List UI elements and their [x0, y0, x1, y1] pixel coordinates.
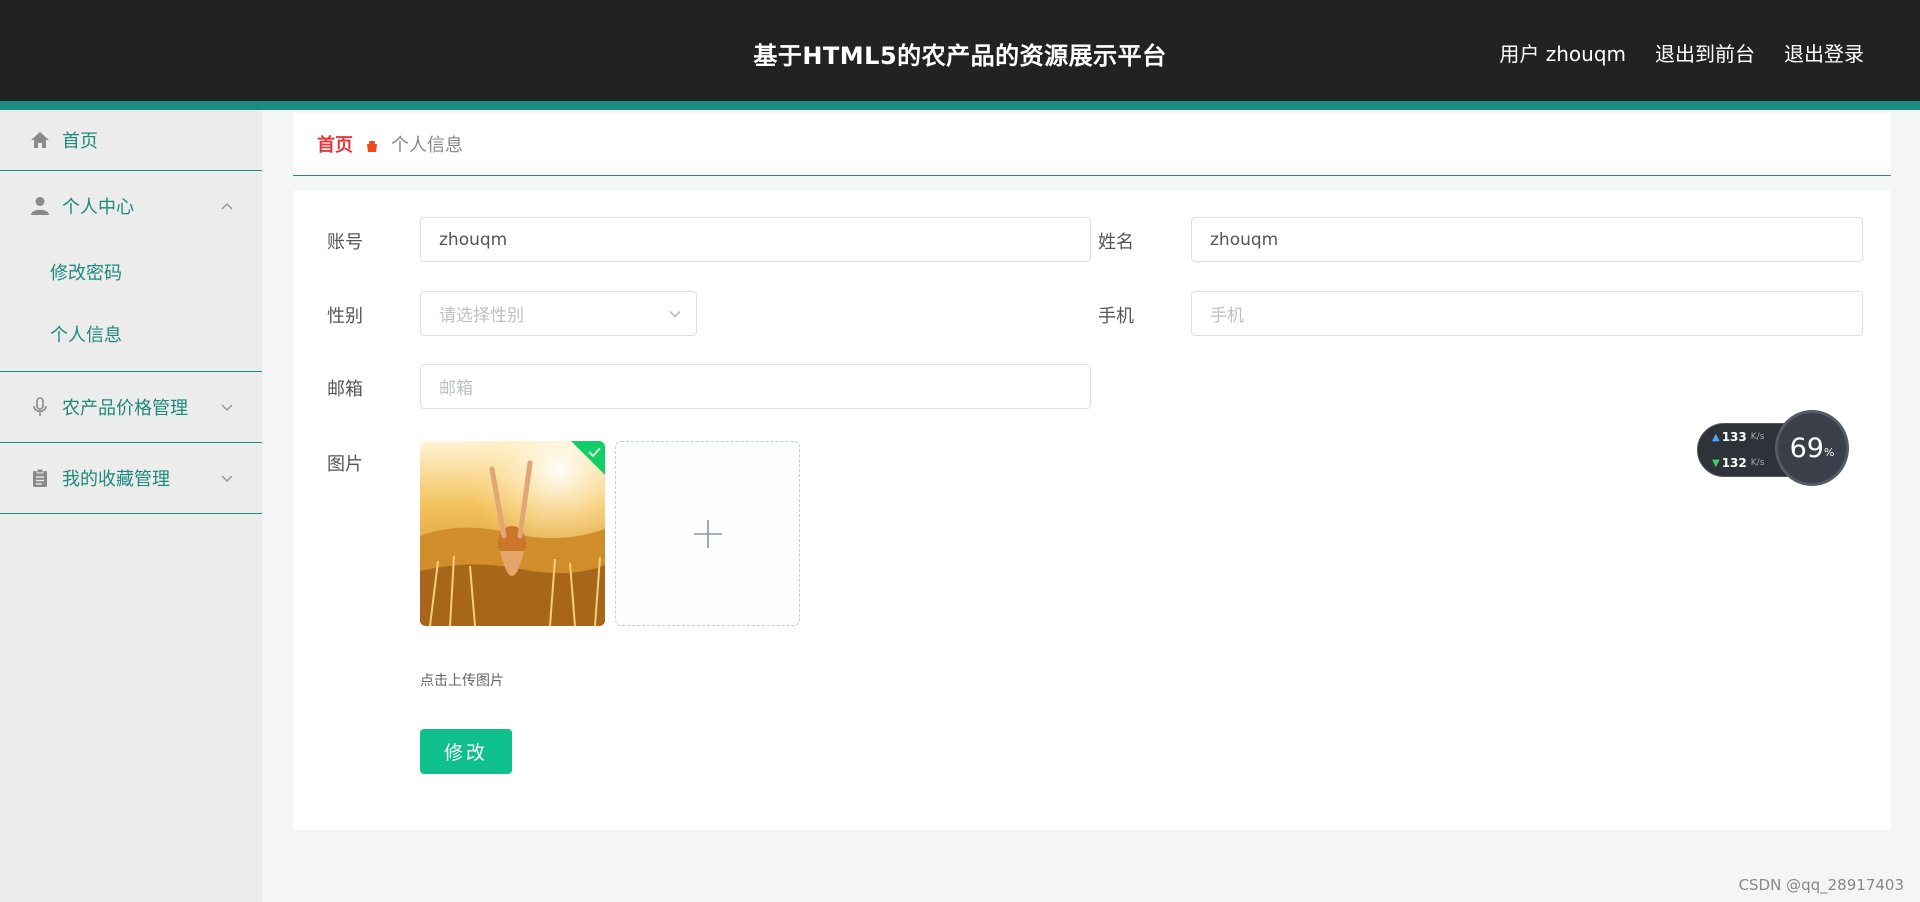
watermark: CSDN @qq_28917403 — [1738, 876, 1904, 894]
uploaded-image-thumb[interactable] — [420, 441, 605, 626]
submit-button[interactable]: 修改 — [420, 729, 512, 774]
image-label: 图片 — [327, 454, 363, 475]
download-speed-unit: K/s — [1750, 458, 1765, 468]
chevron-down-icon — [221, 475, 233, 483]
sidebar-item-home-label: 首页 — [62, 131, 98, 152]
email-input[interactable]: 邮箱 — [420, 364, 1091, 409]
name-input[interactable]: zhouqm — [1191, 217, 1863, 262]
sidebar-subitem-personal-info[interactable]: 个人信息 — [0, 303, 262, 365]
sidebar-item-personal-center-label: 个人中心 — [62, 197, 134, 218]
sidebar-item-price-mgmt-label: 农产品价格管理 — [62, 398, 188, 419]
upload-speed-unit: K/s — [1750, 432, 1765, 442]
sidebar-item-personal-center[interactable]: 个人中心 — [0, 171, 262, 241]
chevron-down-icon — [221, 404, 233, 412]
phone-input[interactable]: 手机 — [1191, 291, 1863, 336]
plus-icon — [693, 519, 722, 548]
profile-form: 账号 zhouqm 姓名 zhouqm 性别 请选择性别 手机 手机 邮箱 邮箱… — [293, 190, 1891, 830]
download-speed-value: 132 — [1721, 456, 1747, 470]
microphone-icon — [30, 397, 50, 417]
home-icon — [30, 130, 50, 150]
network-speed-widget[interactable]: ▲ 133 K/s ▼ 132 K/s 69 % — [1697, 410, 1849, 490]
breadcrumb-home-link[interactable]: 首页 — [317, 131, 353, 157]
breadcrumb-current: 个人信息 — [391, 135, 463, 156]
sidebar-item-favorites-mgmt-label: 我的收藏管理 — [62, 469, 170, 490]
gender-select[interactable]: 请选择性别 — [420, 291, 697, 336]
usage-percent-sign: % — [1823, 445, 1835, 459]
breadcrumb: 首页 个人信息 — [293, 113, 1891, 176]
header-nav: 用户 zhouqm 退出到前台 退出登录 — [1499, 38, 1864, 67]
upload-speed-value: 133 — [1721, 430, 1747, 444]
sidebar-group-personal-center: 个人中心 修改密码 个人信息 — [0, 171, 262, 372]
upload-success-check-icon — [571, 441, 605, 475]
sidebar-subitem-change-password[interactable]: 修改密码 — [0, 241, 262, 303]
sidebar-item-home[interactable]: 首页 — [0, 110, 262, 171]
upload-hint: 点击上传图片 — [420, 673, 504, 689]
email-label: 邮箱 — [327, 379, 363, 400]
gender-label: 性别 — [327, 306, 363, 327]
upload-speed: ▲ 133 K/s — [1712, 430, 1764, 444]
chevron-down-icon — [669, 310, 681, 317]
gender-select-placeholder: 请选择性别 — [439, 306, 524, 326]
back-to-front-link[interactable]: 退出到前台 — [1655, 38, 1755, 67]
arrow-up-icon: ▲ — [1712, 431, 1720, 443]
chevron-up-icon — [221, 202, 233, 210]
header-accent-bar — [0, 101, 1920, 110]
download-speed: ▼ 132 K/s — [1712, 456, 1764, 470]
logout-link[interactable]: 退出登录 — [1784, 38, 1864, 67]
breadcrumb-separator-icon — [365, 137, 379, 152]
user-icon — [30, 196, 50, 216]
phone-label: 手机 — [1098, 306, 1134, 327]
sidebar: 首页 个人中心 修改密码 个人信息 农产品价格管理 我的收藏管理 — [0, 110, 262, 902]
usage-percent-value: 69 — [1789, 432, 1824, 464]
main-content: 首页 个人信息 账号 zhouqm 姓名 zhouqm 性别 请选择性别 手机 … — [293, 113, 1891, 830]
add-image-button[interactable] — [615, 441, 800, 626]
sidebar-item-favorites-mgmt[interactable]: 我的收藏管理 — [0, 443, 262, 513]
usage-percent-circle: 69 % — [1775, 410, 1849, 486]
user-link[interactable]: 用户 zhouqm — [1499, 38, 1626, 67]
clipboard-icon — [30, 468, 50, 488]
account-input[interactable]: zhouqm — [420, 217, 1091, 262]
arrow-down-icon: ▼ — [1712, 457, 1720, 469]
account-label: 账号 — [327, 232, 363, 253]
top-header: 基于HTML5的农产品的资源展示平台 用户 zhouqm 退出到前台 退出登录 — [0, 0, 1920, 101]
sidebar-item-price-mgmt[interactable]: 农产品价格管理 — [0, 372, 262, 442]
sidebar-group-price-mgmt: 农产品价格管理 — [0, 372, 262, 443]
name-label: 姓名 — [1098, 232, 1134, 253]
sidebar-group-favorites-mgmt: 我的收藏管理 — [0, 443, 262, 514]
